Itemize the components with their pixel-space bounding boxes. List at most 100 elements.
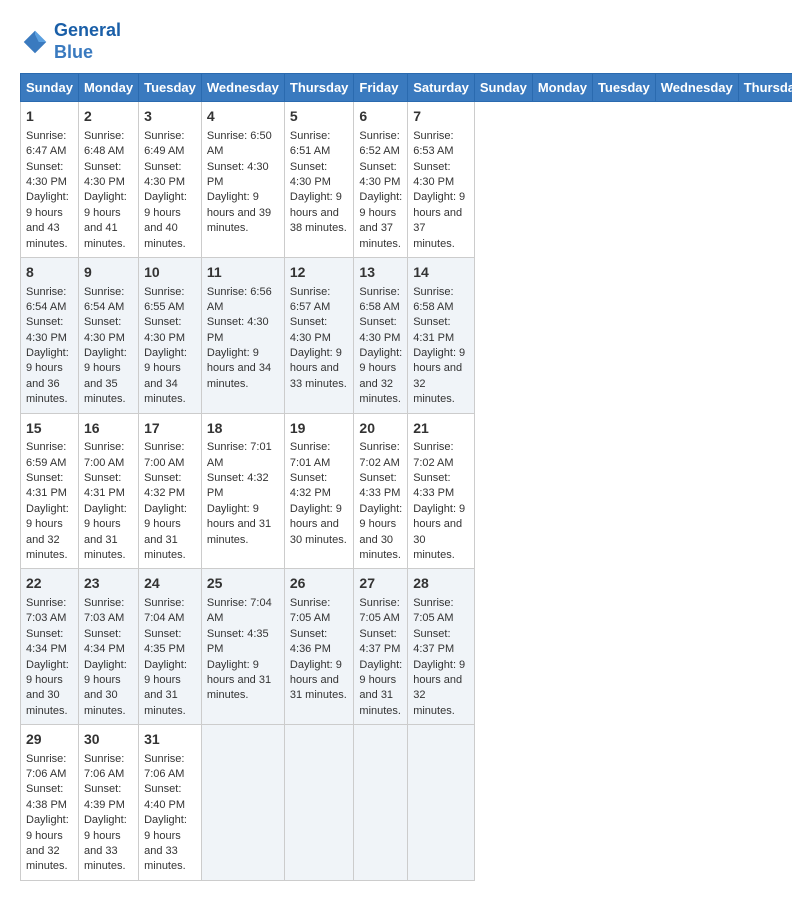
sunrise-label: Sunrise: 7:01 AM <box>290 441 330 468</box>
calendar-cell: 21Sunrise: 7:02 AMSunset: 4:33 PMDayligh… <box>408 413 475 569</box>
calendar-cell: 29 Sunrise: 7:06 AM Sunset: 4:38 PM Dayligh… <box>21 725 79 881</box>
calendar-cell: 24Sunrise: 7:04 AMSunset: 4:35 PMDayligh… <box>139 569 202 725</box>
sunset-label: Sunset: 4:39 PM <box>84 783 125 810</box>
sunrise-label: Sunrise: 7:05 AM <box>413 597 453 624</box>
sunset-label: Sunset: 4:34 PM <box>84 628 125 655</box>
day-number: 9 <box>84 263 133 283</box>
sunrise-label: Sunrise: 7:06 AM <box>26 753 66 780</box>
daylight-label: Daylight: 9 hours and 37 minutes. <box>359 191 402 249</box>
day-number: 18 <box>207 419 279 439</box>
day-number: 28 <box>413 574 469 594</box>
col-header-tuesday: Tuesday <box>592 74 655 102</box>
calendar-cell: 27Sunrise: 7:05 AMSunset: 4:37 PMDayligh… <box>354 569 408 725</box>
calendar-cell: 19Sunrise: 7:01 AMSunset: 4:32 PMDayligh… <box>284 413 354 569</box>
sunrise-label: Sunrise: 6:49 AM <box>144 130 184 157</box>
sunrise-label: Sunrise: 6:47 AM <box>26 130 66 157</box>
sunrise-label: Sunrise: 7:03 AM <box>84 597 124 624</box>
sunrise-label: Sunrise: 7:06 AM <box>84 753 124 780</box>
sunset-label: Sunset: 4:32 PM <box>207 472 269 499</box>
daylight-label: Daylight: 9 hours and 31 minutes. <box>144 503 187 561</box>
calendar-cell: 17Sunrise: 7:00 AMSunset: 4:32 PMDayligh… <box>139 413 202 569</box>
calendar-cell: 31Sunrise: 7:06 AMSunset: 4:40 PMDayligh… <box>139 725 202 881</box>
calendar-cell: 20Sunrise: 7:02 AMSunset: 4:33 PMDayligh… <box>354 413 408 569</box>
calendar-week-row: 29 Sunrise: 7:06 AM Sunset: 4:38 PM Dayligh… <box>21 725 792 881</box>
daylight-label: Daylight: 9 hours and 43 minutes. <box>26 191 69 249</box>
daylight-label: Daylight: 9 hours and 39 minutes. <box>207 191 271 234</box>
calendar-week-row: 1Sunrise: 6:47 AMSunset: 4:30 PMDaylight… <box>21 102 792 258</box>
sunrise-label: Sunrise: 7:04 AM <box>144 597 184 624</box>
calendar-cell: 10Sunrise: 6:55 AMSunset: 4:30 PMDayligh… <box>139 257 202 413</box>
day-number: 14 <box>413 263 469 283</box>
day-number: 27 <box>359 574 402 594</box>
day-number: 10 <box>144 263 196 283</box>
daylight-label: Daylight: 9 hours and 31 minutes. <box>207 659 271 702</box>
calendar-cell: 25Sunrise: 7:04 AMSunset: 4:35 PMDayligh… <box>201 569 284 725</box>
calendar-cell: 28Sunrise: 7:05 AMSunset: 4:37 PMDayligh… <box>408 569 475 725</box>
calendar-week-row: 15Sunrise: 6:59 AM Sunset: 4:31 PM Dayligh… <box>21 413 792 569</box>
sunset-label: Sunset: 4:38 PM <box>26 783 67 810</box>
sunset-label: Sunset: 4:35 PM <box>207 628 269 655</box>
calendar-cell <box>408 725 475 881</box>
sunset-label: Sunset: 4:32 PM <box>290 472 331 499</box>
sunset-label: Sunset: 4:30 PM <box>290 161 331 188</box>
calendar-cell: 6Sunrise: 6:52 AMSunset: 4:30 PMDaylight… <box>354 102 408 258</box>
sunrise-label: Sunrise: 7:00 AM <box>144 441 184 468</box>
sunrise-label: Sunrise: 6:52 AM <box>359 130 399 157</box>
daylight-label: Daylight: 9 hours and 32 minutes. <box>26 503 69 561</box>
sunset-label: Sunset: 4:30 PM <box>144 316 185 343</box>
col-header-thursday: Thursday <box>284 74 354 102</box>
calendar-cell: 2Sunrise: 6:48 AMSunset: 4:30 PMDaylight… <box>78 102 138 258</box>
col-header-wednesday: Wednesday <box>655 74 738 102</box>
sunset-label: Sunset: 4:36 PM <box>290 628 331 655</box>
sunset-label: Sunset: 4:30 PM <box>359 316 400 343</box>
sunrise-label: Sunrise: 6:54 AM <box>26 286 66 313</box>
day-number: 8 <box>26 263 73 283</box>
calendar-cell: 13Sunrise: 6:58 AMSunset: 4:30 PMDayligh… <box>354 257 408 413</box>
daylight-label: Daylight: 9 hours and 31 minutes. <box>290 659 347 702</box>
daylight-label: Daylight: 9 hours and 32 minutes. <box>413 659 465 717</box>
logo: General Blue <box>20 20 121 63</box>
col-header-saturday: Saturday <box>408 74 475 102</box>
sunset-label: Sunset: 4:30 PM <box>207 161 269 188</box>
calendar-cell: 30Sunrise: 7:06 AMSunset: 4:39 PMDayligh… <box>78 725 138 881</box>
day-number: 4 <box>207 107 279 127</box>
daylight-label: Daylight: 9 hours and 33 minutes. <box>84 814 127 872</box>
day-number: 29 <box>26 730 73 750</box>
daylight-label: Daylight: 9 hours and 35 minutes. <box>84 347 127 405</box>
day-number: 25 <box>207 574 279 594</box>
calendar-week-row: 22Sunrise: 7:03 AMSunset: 4:34 PMDayligh… <box>21 569 792 725</box>
daylight-label: Daylight: 9 hours and 34 minutes. <box>144 347 187 405</box>
sunrise-label: Sunrise: 7:02 AM <box>413 441 453 468</box>
calendar-cell: 16Sunrise: 7:00 AMSunset: 4:31 PMDayligh… <box>78 413 138 569</box>
day-number: 26 <box>290 574 349 594</box>
col-header-thursday: Thursday <box>738 74 792 102</box>
sunset-label: Sunset: 4:40 PM <box>144 783 185 810</box>
sunrise-label: Sunrise: 7:02 AM <box>359 441 399 468</box>
daylight-label: Daylight: 9 hours and 31 minutes. <box>207 503 271 546</box>
calendar-cell: 8Sunrise: 6:54 AMSunset: 4:30 PMDaylight… <box>21 257 79 413</box>
calendar-week-row: 8 Sunrise: 6:54 AM Sunset: 4:30 PM Daylight… <box>21 257 792 413</box>
calendar-cell: 7Sunrise: 6:53 AMSunset: 4:30 PMDaylight… <box>408 102 475 258</box>
daylight-label: Daylight: 9 hours and 41 minutes. <box>84 191 127 249</box>
calendar-cell: 26Sunrise: 7:05 AMSunset: 4:36 PMDayligh… <box>284 569 354 725</box>
logo-text: General Blue <box>54 20 121 63</box>
sunrise-label: Sunrise: 6:50 AM <box>207 130 272 157</box>
sunrise-label: Sunrise: 7:05 AM <box>359 597 399 624</box>
sunrise-label: Sunrise: 6:59 AM <box>26 441 66 468</box>
sunrise-label: Sunrise: 6:56 AM <box>207 286 272 313</box>
sunset-label: Sunset: 4:32 PM <box>144 472 185 499</box>
daylight-label: Daylight: 9 hours and 40 minutes. <box>144 191 187 249</box>
sunrise-label: Sunrise: 6:54 AM <box>84 286 124 313</box>
day-number: 21 <box>413 419 469 439</box>
daylight-label: Daylight: 9 hours and 38 minutes. <box>290 191 347 234</box>
daylight-label: Daylight: 9 hours and 30 minutes. <box>290 503 347 546</box>
day-number: 12 <box>290 263 349 283</box>
calendar-cell: 18Sunrise: 7:01 AMSunset: 4:32 PMDayligh… <box>201 413 284 569</box>
sunset-label: Sunset: 4:31 PM <box>84 472 125 499</box>
calendar-header-row: SundayMondayTuesdayWednesdayThursdayFrid… <box>21 74 792 102</box>
sunrise-label: Sunrise: 6:51 AM <box>290 130 330 157</box>
day-number: 15 <box>26 419 73 439</box>
day-number: 3 <box>144 107 196 127</box>
sunrise-label: Sunrise: 7:00 AM <box>84 441 124 468</box>
daylight-label: Daylight: 9 hours and 32 minutes. <box>26 814 69 872</box>
